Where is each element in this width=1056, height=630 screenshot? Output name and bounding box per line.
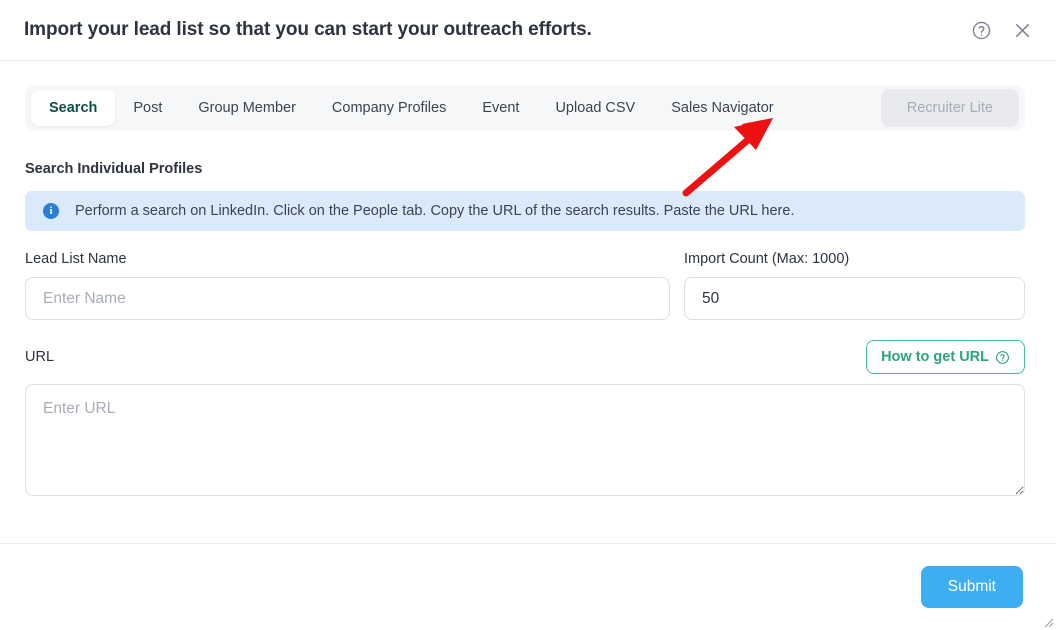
info-banner: i Perform a search on LinkedIn. Click on… — [25, 191, 1025, 231]
tab-label: Sales Navigator — [671, 100, 774, 116]
tab-search[interactable]: Search — [31, 90, 116, 126]
modal-footer: Submit — [0, 543, 1056, 630]
tab-event[interactable]: Event — [464, 90, 537, 126]
url-header-row: URL How to get URL — [25, 340, 1025, 374]
modal-header: Import your lead list so that you can st… — [0, 0, 1056, 61]
tab-company-profiles[interactable]: Company Profiles — [314, 90, 464, 126]
how-to-get-url-button[interactable]: How to get URL — [866, 340, 1025, 374]
header-icon-group — [969, 18, 1034, 42]
tab-label: Upload CSV — [555, 100, 636, 116]
tab-recruiter-lite: Recruiter Lite — [880, 89, 1019, 127]
lead-list-name-label: Lead List Name — [25, 251, 127, 267]
question-circle-icon — [996, 350, 1009, 364]
info-icon: i — [43, 203, 59, 219]
page-title: Import your lead list so that you can st… — [24, 19, 592, 40]
how-to-get-url-label: How to get URL — [881, 349, 989, 365]
tab-label: Recruiter Lite — [906, 100, 993, 116]
tab-label: Event — [482, 100, 520, 116]
import-count-input[interactable] — [684, 277, 1025, 320]
submit-button[interactable]: Submit — [920, 566, 1023, 608]
tab-post[interactable]: Post — [115, 90, 180, 126]
tab-label: Group Member — [198, 100, 296, 116]
tab-label: Search — [49, 100, 98, 116]
url-group: URL How to get URL — [25, 340, 1025, 496]
import-count-group: Import Count (Max: 1000) — [684, 251, 1025, 320]
url-label: URL — [25, 349, 55, 365]
tab-group-member[interactable]: Group Member — [180, 90, 314, 126]
field-row-name-count: Lead List Name Import Count (Max: 1000) — [25, 251, 1025, 320]
modal-body: Search Post Group Member Company Profile… — [0, 61, 1056, 543]
tab-label: Company Profiles — [331, 100, 447, 116]
help-circle-icon[interactable] — [969, 18, 993, 42]
tab-label: Post — [133, 100, 163, 116]
tabbar: Search Post Group Member Company Profile… — [25, 85, 1025, 131]
info-banner-text: Perform a search on LinkedIn. Click on t… — [75, 203, 795, 219]
lead-list-name-group: Lead List Name — [25, 251, 670, 320]
import-count-label: Import Count (Max: 1000) — [684, 251, 850, 267]
lead-list-name-input[interactable] — [25, 277, 670, 320]
tab-upload-csv[interactable]: Upload CSV — [537, 90, 653, 126]
url-textarea[interactable] — [25, 384, 1025, 496]
import-lead-list-modal: Import your lead list so that you can st… — [0, 0, 1056, 630]
close-icon[interactable] — [1010, 18, 1034, 42]
section-title: Search Individual Profiles — [25, 161, 203, 177]
tab-sales-navigator[interactable]: Sales Navigator — [653, 90, 791, 126]
